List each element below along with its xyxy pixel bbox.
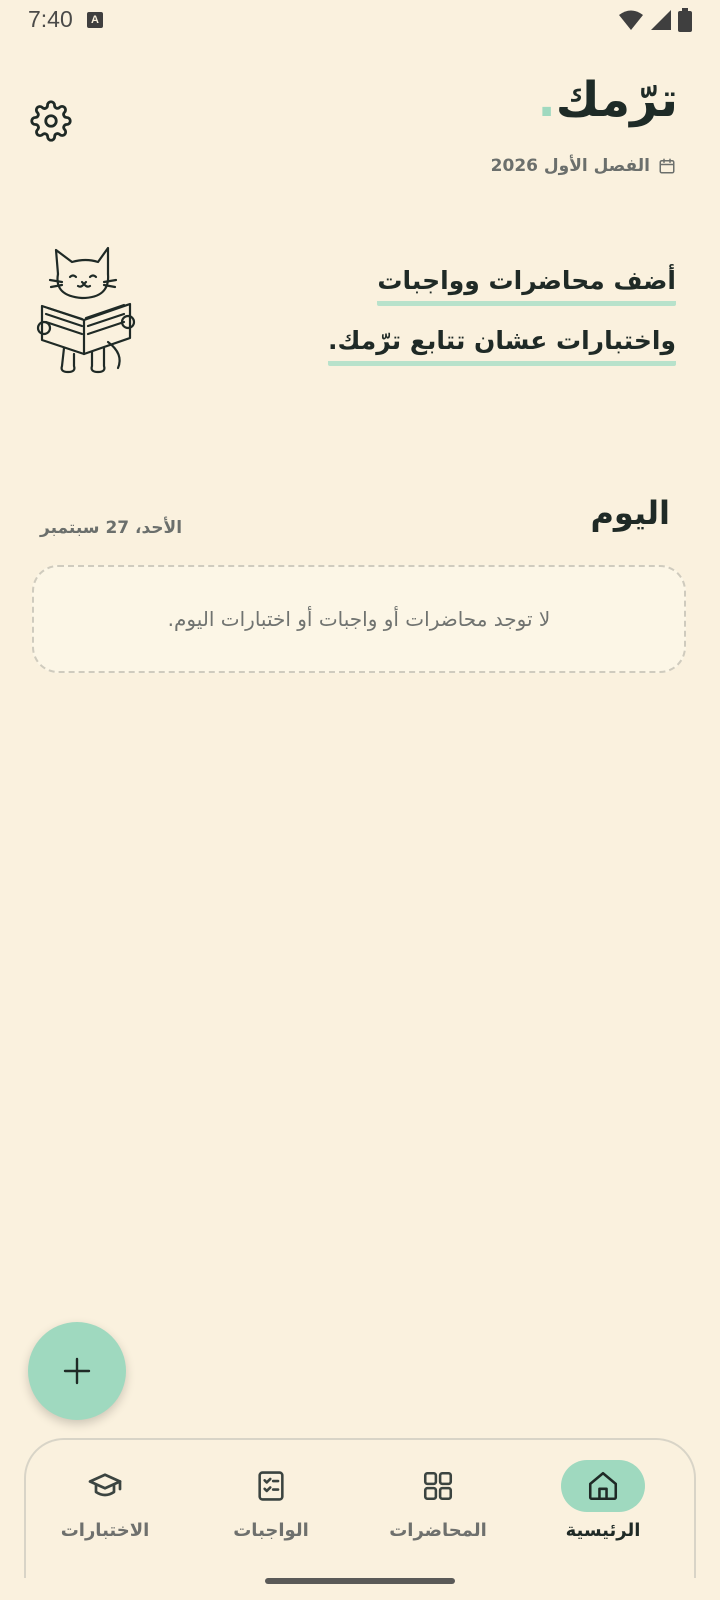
battery-icon <box>678 8 692 32</box>
nav-exams-label: الاختبارات <box>60 1520 150 1541</box>
status-icons <box>618 8 692 32</box>
hero-line-1: أضف محاضرات وواجبات <box>377 266 676 306</box>
graduation-cap-icon <box>88 1473 122 1497</box>
home-indicator[interactable] <box>265 1578 455 1584</box>
semester-text: الفصل الأول 2026 <box>490 156 650 176</box>
add-button[interactable] <box>28 1322 126 1420</box>
app-title: ترّمك. <box>537 72 678 128</box>
status-time: 7:40 <box>28 6 73 32</box>
nav-item-assignments[interactable]: الواجبات <box>196 1460 346 1541</box>
nav-lectures-label: المحاضرات <box>389 1520 487 1541</box>
gear-icon <box>30 100 72 142</box>
bottom-navigation: الرئيسية المحاضرات الواجبات الاختبارات <box>24 1438 696 1578</box>
grid-icon <box>423 1471 453 1501</box>
today-empty-card: لا توجد محاضرات أو واجبات أو اختبارات ال… <box>32 565 686 673</box>
plus-icon <box>63 1357 91 1385</box>
nav-item-lectures[interactable]: المحاضرات <box>363 1460 513 1541</box>
today-date: الأحد، 27 سبتمبر <box>40 518 183 538</box>
calendar-icon <box>659 158 675 174</box>
wifi-icon <box>619 10 643 30</box>
today-heading: اليوم <box>590 494 670 532</box>
settings-button[interactable] <box>30 100 72 142</box>
hero-line-2-text: واختبارات عشان تتابع ترّمك. <box>328 326 676 366</box>
empty-state-text: لا توجد محاضرات أو واجبات أو اختبارات ال… <box>167 607 551 631</box>
checklist-icon <box>258 1471 284 1501</box>
nav-item-home[interactable]: الرئيسية <box>528 1460 678 1541</box>
app-title-dot: . <box>537 72 556 128</box>
nav-home-icon-wrap <box>561 1460 645 1512</box>
cat-reading-illustration <box>36 246 136 374</box>
nav-lectures-icon-wrap <box>396 1460 480 1512</box>
home-icon <box>588 1471 618 1501</box>
app-title-text: ترّمك <box>555 72 678 128</box>
notification-a-icon: A <box>87 12 103 28</box>
hero-line-1-text: أضف محاضرات وواجبات <box>377 266 676 306</box>
hero-line-2: واختبارات عشان تتابع ترّمك. <box>328 326 676 366</box>
nav-item-exams[interactable]: الاختبارات <box>30 1460 180 1541</box>
semester-label[interactable]: الفصل الأول 2026 <box>491 156 676 176</box>
nav-home-label: الرئيسية <box>565 1520 641 1541</box>
nav-assignments-icon-wrap <box>229 1460 313 1512</box>
signal-icon <box>651 10 671 30</box>
nav-exams-icon-wrap <box>63 1460 147 1512</box>
nav-assignments-label: الواجبات <box>233 1520 309 1541</box>
